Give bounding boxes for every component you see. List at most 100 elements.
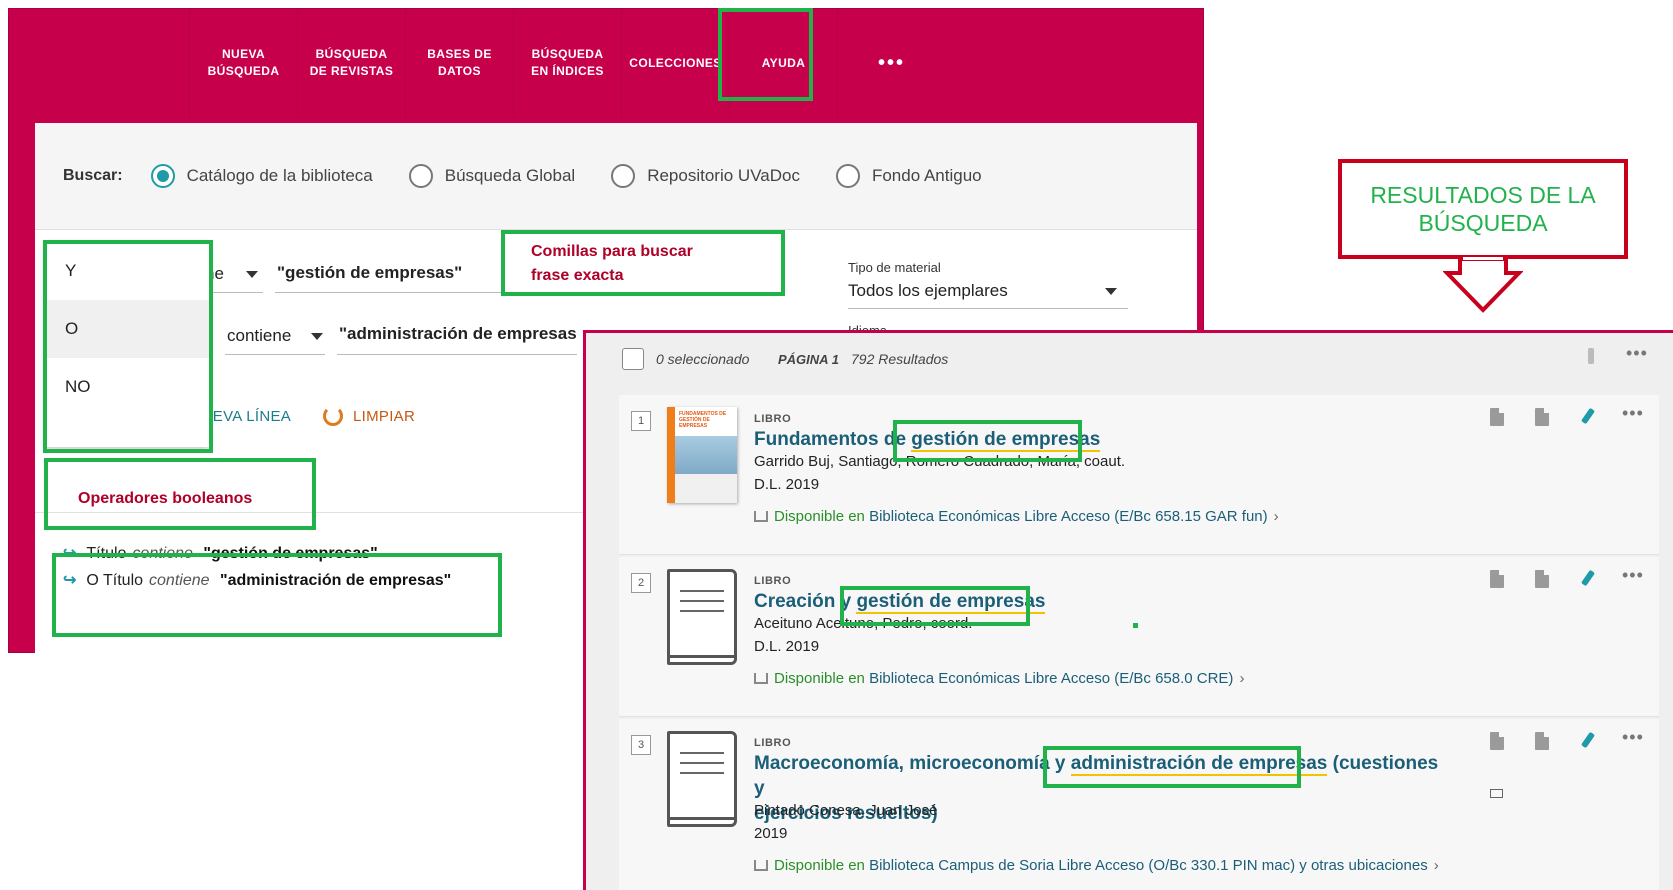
pin-icon[interactable] bbox=[1580, 569, 1596, 587]
nav-journal-search[interactable]: BÚSQUEDA DE REVISTAS bbox=[297, 9, 405, 117]
avail-prefix: Disponible en bbox=[774, 508, 865, 525]
table-of-contents-icon[interactable] bbox=[1490, 789, 1503, 798]
citation-icon[interactable] bbox=[1490, 408, 1504, 426]
availability-link[interactable]: Disponible en Biblioteca Económicas Libr… bbox=[754, 508, 1279, 525]
avail-prefix: Disponible en bbox=[774, 670, 865, 687]
result-actions: ••• bbox=[1469, 403, 1659, 435]
material-type-select[interactable]: Todos los ejemplares bbox=[848, 281, 1008, 301]
result-type: LIBRO bbox=[754, 737, 792, 749]
underline bbox=[848, 308, 1128, 309]
quotes-note-text: Comillas para buscar frase exacta bbox=[531, 243, 693, 284]
results-callout-text: RESULTADOS DE LA BÚSQUEDA bbox=[1370, 182, 1596, 236]
underline bbox=[205, 292, 263, 293]
book-cover-image[interactable]: FUNDAMENTOS DE GESTIÓN DE EMPRESAS bbox=[667, 407, 737, 503]
line bbox=[680, 590, 724, 592]
results-count: 792 Resultados bbox=[851, 351, 949, 367]
more-options-icon[interactable]: ••• bbox=[1622, 403, 1644, 424]
export-icon[interactable] bbox=[1535, 570, 1549, 588]
page-indicator: PÁGINA 1 bbox=[778, 352, 839, 367]
citation-icon[interactable] bbox=[1490, 732, 1504, 750]
availability-link[interactable]: Disponible en Biblioteca Económicas Libr… bbox=[754, 670, 1244, 687]
select-all-checkbox[interactable] bbox=[622, 348, 644, 370]
result-authors: Pintado Conesa, Juan José bbox=[754, 802, 938, 819]
pin-icon[interactable] bbox=[1580, 731, 1596, 749]
nav-collections[interactable]: COLECCIONES bbox=[621, 9, 729, 117]
more-options-icon[interactable]: ••• bbox=[1626, 343, 1648, 364]
summary-highlight-box bbox=[52, 553, 502, 637]
export-icon[interactable] bbox=[1535, 732, 1549, 750]
chevron-down-icon[interactable] bbox=[246, 271, 258, 278]
row2-query-input[interactable]: "administración de empresas bbox=[339, 324, 577, 344]
results-callout: RESULTADOS DE LA BÚSQUEDA bbox=[1338, 159, 1628, 259]
scope-catalog-radio[interactable]: Catálogo de la biblioteca bbox=[150, 164, 373, 188]
book-icon bbox=[754, 511, 768, 522]
avail-detail: Libre Acceso (E/Bc 658.15 GAR fun) bbox=[1024, 508, 1268, 525]
add-line-button[interactable]: JEVA LÍNEA bbox=[205, 408, 291, 425]
scope-antiguo-label: Fondo Antiguo bbox=[871, 166, 982, 185]
book-placeholder-icon[interactable] bbox=[667, 569, 737, 665]
marker-dot bbox=[1133, 623, 1138, 628]
radio-unselected-icon bbox=[611, 164, 636, 188]
scope-catalog-label: Catálogo de la biblioteca bbox=[186, 166, 373, 185]
scope-uvadoc-radio[interactable]: Repositorio UVaDoc bbox=[611, 164, 800, 188]
more-options-icon[interactable]: ••• bbox=[1622, 565, 1644, 586]
avail-detail: Libre Acceso (O/Bc 330.1 PIN mac) y otra… bbox=[1058, 857, 1428, 874]
result-index: 1 bbox=[631, 411, 651, 431]
chevron-right-icon: › bbox=[1239, 670, 1245, 687]
line bbox=[680, 610, 724, 612]
clear-button[interactable]: LIMPIAR bbox=[353, 408, 415, 425]
results-header: 0 seleccionado PÁGINA 1 792 Resultados •… bbox=[586, 333, 1673, 389]
line bbox=[667, 655, 737, 658]
scope-global-label: Búsqueda Global bbox=[444, 166, 576, 185]
cover-title: FUNDAMENTOS DE GESTIÓN DE EMPRESAS bbox=[679, 411, 727, 429]
line bbox=[667, 817, 737, 820]
pin-icon[interactable] bbox=[1588, 348, 1594, 364]
book-icon bbox=[754, 673, 768, 684]
pin-icon[interactable] bbox=[1580, 407, 1596, 425]
chevron-down-icon[interactable] bbox=[1105, 288, 1117, 295]
nav-index-search[interactable]: BÚSQUEDA EN ÍNDICES bbox=[513, 9, 621, 117]
row1-query-input[interactable]: "gestión de empresas" bbox=[277, 263, 462, 283]
avail-location: Biblioteca Económicas bbox=[869, 670, 1020, 687]
chevron-right-icon: › bbox=[1273, 508, 1279, 525]
scope-antiguo-radio[interactable]: Fondo Antiguo bbox=[835, 164, 982, 188]
chevron-down-icon[interactable] bbox=[311, 333, 323, 340]
result-title[interactable]: Fundamentos de gestión de empresas bbox=[754, 427, 1454, 452]
title-highlight-box bbox=[893, 420, 1082, 462]
radio-unselected-icon bbox=[835, 164, 860, 188]
nav-databases[interactable]: BASES DE DATOS bbox=[405, 9, 513, 117]
scope-global-radio[interactable]: Búsqueda Global bbox=[408, 164, 576, 188]
boolean-note-text: Operadores booleanos bbox=[78, 490, 253, 507]
avail-location: Biblioteca Económicas bbox=[869, 508, 1020, 525]
result-index: 2 bbox=[631, 573, 651, 593]
line bbox=[680, 600, 724, 602]
more-options-icon[interactable]: ••• bbox=[1622, 727, 1644, 748]
search-scope-row: Buscar: Catálogo de la biblioteca Búsque… bbox=[35, 123, 1197, 230]
top-navigation: NUEVA BÚSQUEDA BÚSQUEDA DE REVISTAS BASE… bbox=[189, 9, 945, 117]
reset-icon[interactable] bbox=[323, 406, 343, 426]
citation-icon[interactable] bbox=[1490, 570, 1504, 588]
selected-count: 0 seleccionado bbox=[656, 351, 750, 367]
radio-selected-icon bbox=[150, 164, 175, 188]
row2-operator-select[interactable]: contiene bbox=[227, 326, 291, 346]
title-highlight-box bbox=[1043, 746, 1301, 788]
nav-new-search[interactable]: NUEVA BÚSQUEDA bbox=[189, 9, 297, 117]
availability-link[interactable]: Disponible en Biblioteca Campus de Soria… bbox=[754, 857, 1439, 874]
scope-uvadoc-label: Repositorio UVaDoc bbox=[647, 166, 800, 185]
result-item[interactable]: 1 FUNDAMENTOS DE GESTIÓN DE EMPRESAS LIB… bbox=[619, 395, 1659, 555]
result-item[interactable]: 2 LIBRO Creación y gestión de empresas A… bbox=[619, 557, 1659, 717]
avail-detail: Libre Acceso (E/Bc 658.0 CRE) bbox=[1024, 670, 1234, 687]
result-actions: ••• bbox=[1469, 727, 1659, 798]
line bbox=[680, 752, 724, 754]
underline bbox=[225, 354, 325, 355]
result-year: D.L. 2019 bbox=[754, 476, 820, 493]
line bbox=[680, 762, 724, 764]
results-panel: 0 seleccionado PÁGINA 1 792 Resultados •… bbox=[583, 330, 1673, 890]
scope-label: Buscar: bbox=[63, 167, 123, 184]
material-type-label: Tipo de material bbox=[848, 260, 941, 275]
nav-more-icon[interactable]: ••• bbox=[837, 9, 945, 117]
chevron-right-icon: › bbox=[1433, 857, 1439, 874]
book-placeholder-icon[interactable] bbox=[667, 731, 737, 827]
export-icon[interactable] bbox=[1535, 408, 1549, 426]
result-item[interactable]: 3 LIBRO Macroeconomía, microeconomía y a… bbox=[619, 719, 1659, 890]
